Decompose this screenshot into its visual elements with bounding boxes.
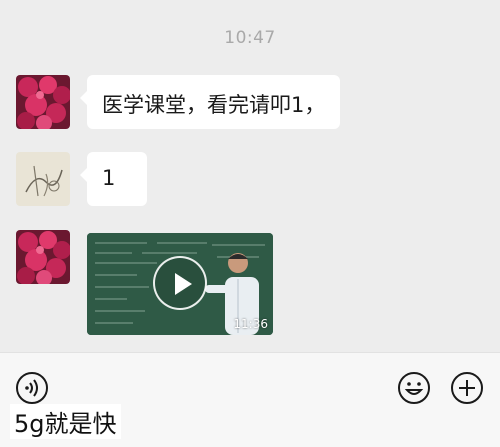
avatar[interactable] bbox=[16, 152, 70, 206]
emoji-icon[interactable] bbox=[397, 371, 431, 405]
sketch-avatar-icon bbox=[16, 152, 70, 206]
plus-icon[interactable] bbox=[450, 371, 484, 405]
avatar[interactable] bbox=[16, 230, 70, 284]
avatar[interactable] bbox=[16, 75, 70, 129]
chat-area: 10:47 医学课堂，看完请叩1， 1 11:36 bbox=[0, 0, 500, 352]
video-duration: 11:36 bbox=[233, 317, 268, 331]
message-text: 1 bbox=[102, 166, 116, 190]
video-message[interactable]: 11:36 bbox=[87, 233, 273, 335]
message-text: 医学课堂，看完请叩1， bbox=[102, 93, 326, 117]
message-bubble[interactable]: 1 bbox=[80, 152, 147, 206]
message-bubble[interactable]: 医学课堂，看完请叩1， bbox=[79, 75, 341, 129]
red-flowers-avatar-icon bbox=[16, 230, 70, 284]
message-timestamp: 10:47 bbox=[224, 28, 276, 48]
red-flowers-avatar-icon bbox=[16, 75, 70, 129]
play-icon[interactable] bbox=[153, 256, 207, 310]
voice-icon[interactable] bbox=[15, 371, 49, 405]
caption-text: 5g就是快 bbox=[10, 404, 121, 439]
